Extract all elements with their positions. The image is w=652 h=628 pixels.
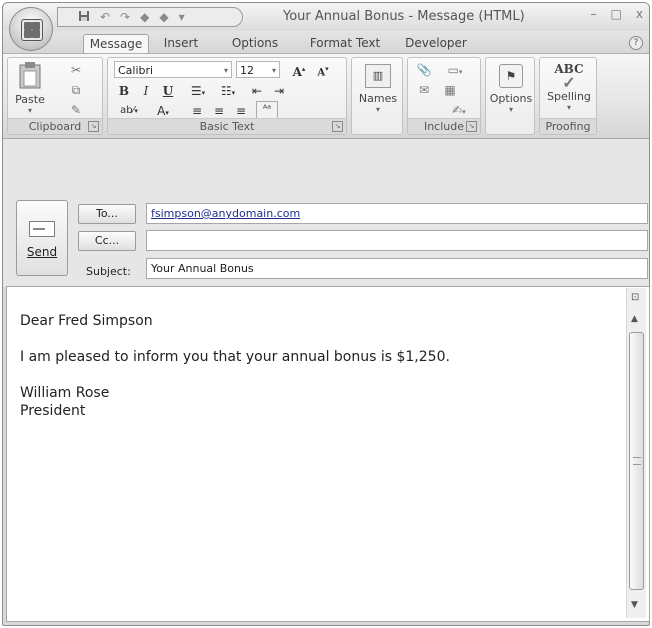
quick-access-toolbar: ↶ ↷ ◆ ◆ ▾ [57, 7, 243, 27]
cc-field[interactable] [146, 230, 648, 251]
increase-indent-icon[interactable]: ⇥ [270, 82, 288, 100]
paste-label: Paste [15, 93, 45, 106]
font-name-select[interactable]: Calibri ▾ [114, 61, 232, 78]
styles-icon[interactable]: ᴬᵃ [256, 101, 278, 119]
maximize-button[interactable]: □ [611, 7, 622, 21]
ribbon-tabs: Message Insert Options Format Text Devel… [3, 31, 649, 53]
proofing-group: ABC ✓ Spelling ▾ Proofing [539, 57, 597, 135]
tab-insert[interactable]: Insert [157, 34, 205, 53]
bullets-button[interactable]: ☰▾ [184, 82, 212, 100]
scroll-down-arrow[interactable]: ▼ [631, 600, 638, 610]
spelling-check-icon: ABC ✓ [554, 62, 584, 92]
underline-button[interactable]: U [160, 82, 176, 100]
dialog-launcher-icon[interactable]: ↘ [466, 121, 477, 132]
tab-message[interactable]: Message [83, 34, 149, 53]
subject-label: Subject: [86, 265, 131, 278]
close-button[interactable]: x [636, 7, 643, 21]
calendar-icon[interactable]: ▦ [442, 82, 458, 98]
subject-field[interactable]: Your Annual Bonus [146, 258, 648, 279]
signature-icon[interactable]: ✍▾ [444, 102, 474, 118]
office-button[interactable] [9, 7, 53, 51]
clipboard-group-label: Clipboard ↘ [8, 118, 102, 134]
redo-icon[interactable]: ↷ [120, 10, 130, 24]
names-button[interactable]: ▥ Names ▾ [356, 64, 400, 114]
italic-button[interactable]: I [138, 82, 154, 100]
minimize-button[interactable]: – [591, 7, 597, 21]
address-book-icon: ▥ [365, 64, 391, 88]
help-icon[interactable]: ? [629, 36, 643, 50]
title-bar: ↶ ↷ ◆ ◆ ▾ Your Annual Bonus - Message (H… [3, 3, 649, 31]
vertical-scrollbar[interactable]: ⊡ ▲ ▼ [626, 288, 646, 618]
undo-icon[interactable]: ↶ [100, 10, 110, 24]
save-icon[interactable] [78, 10, 90, 25]
bold-button[interactable]: B [116, 82, 132, 100]
spelling-button[interactable]: ABC ✓ Spelling ▾ [542, 62, 596, 112]
clipboard-icon [19, 62, 41, 89]
font-size-select[interactable]: 12 ▾ [236, 61, 280, 78]
basic-text-group: Calibri ▾ 12 ▾ A▴ A▾ B I U ☰▾ ☷▾ ⇤ ⇥ ab⁄▾ … [107, 57, 347, 135]
dialog-launcher-icon[interactable]: ↘ [332, 121, 343, 132]
recipient-address[interactable]: fsimpson@anydomain.com [151, 207, 300, 220]
scroll-up-arrow[interactable]: ▲ [631, 314, 638, 324]
include-group-label: Include ↘ [408, 118, 480, 134]
grip-icon [633, 457, 641, 465]
body-line: I am pleased to inform you that your ann… [20, 349, 450, 365]
include-group: 📎 ▭▾ ✉ ▦ ✍▾ Include ↘ [407, 57, 481, 135]
format-painter-icon[interactable]: ✎ [68, 102, 84, 118]
office-logo-icon [21, 19, 43, 41]
options-group: ⚑ Options ▾ [485, 57, 535, 135]
attach-file-icon[interactable]: 📎 [416, 62, 432, 78]
window-title: Your Annual Bonus - Message (HTML) [283, 9, 525, 24]
message-body-text: Dear Fred Simpson I am pleased to inform… [20, 312, 450, 420]
tab-developer[interactable]: Developer [401, 34, 471, 53]
options-button[interactable]: ⚑ Options ▾ [488, 64, 534, 114]
to-field[interactable]: fsimpson@anydomain.com [146, 203, 648, 224]
send-button[interactable]: Send [16, 200, 68, 276]
names-label: Names [358, 92, 398, 105]
cut-icon[interactable]: ✂ [68, 62, 84, 78]
options-label: Options [489, 92, 533, 105]
attach-item-icon[interactable]: ✉ [416, 82, 432, 98]
decrease-indent-icon[interactable]: ⇤ [248, 82, 266, 100]
business-card-icon[interactable]: ▭▾ [438, 62, 472, 78]
copy-icon[interactable]: ⧉ [68, 82, 84, 98]
tab-options[interactable]: Options [227, 34, 283, 53]
envelope-icon [29, 221, 55, 237]
grow-font-button[interactable]: A▴ [288, 60, 310, 79]
scroll-thumb[interactable] [629, 332, 644, 590]
to-button[interactable]: To... [78, 204, 136, 224]
paste-button[interactable]: Paste ▾ [12, 60, 48, 116]
flag-icon: ⚑ [499, 64, 523, 88]
send-label: Send [26, 245, 58, 259]
ruler-toggle-icon[interactable]: ⊡ [631, 292, 639, 303]
signature-name: William Rose [20, 385, 110, 401]
tab-format-text[interactable]: Format Text [305, 34, 385, 53]
next-icon[interactable]: ◆ [159, 10, 168, 24]
previous-icon[interactable]: ◆ [140, 10, 149, 24]
signature-title: President [20, 403, 86, 419]
shrink-font-button[interactable]: A▾ [312, 60, 334, 78]
numbering-button[interactable]: ☷▾ [214, 82, 242, 100]
spelling-label: Spelling [547, 90, 591, 103]
proofing-group-label: Proofing [540, 118, 596, 134]
ribbon: Paste ▾ ✂ ⧉ ✎ Clipboard ↘ Calibri ▾ 12 ▾ A… [3, 53, 649, 139]
greeting-line: Dear Fred Simpson [20, 313, 153, 329]
dialog-launcher-icon[interactable]: ↘ [88, 121, 99, 132]
names-group: ▥ Names ▾ [351, 57, 403, 135]
clipboard-group: Paste ▾ ✂ ⧉ ✎ Clipboard ↘ [7, 57, 103, 135]
cc-button[interactable]: Cc... [78, 231, 136, 251]
basic-text-group-label: Basic Text ↘ [108, 118, 346, 134]
customize-icon[interactable]: ▾ [179, 10, 185, 24]
